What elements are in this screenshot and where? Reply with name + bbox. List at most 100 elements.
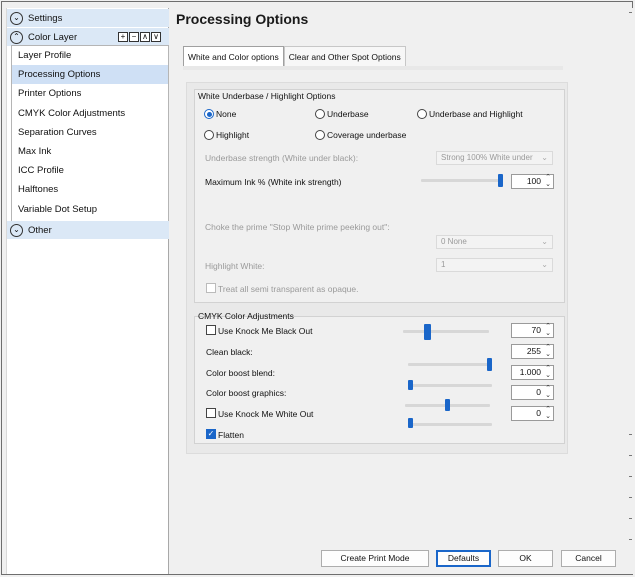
clean-black-spinbox[interactable]: 255 ⌃ ⌄ xyxy=(511,344,554,359)
color-boost-blend-slider-thumb[interactable] xyxy=(408,380,413,390)
spin-arrows-icon[interactable]: ⌃ ⌄ xyxy=(545,385,551,399)
spin-arrows-icon[interactable]: ⌃ ⌄ xyxy=(545,406,551,420)
other-section-label: Other xyxy=(28,224,52,236)
max-ink-slider-thumb[interactable] xyxy=(498,174,503,187)
color-boost-blend-spinbox[interactable]: 1.000 ⌃ ⌄ xyxy=(511,365,554,380)
other-section-header[interactable]: ⌄ Other xyxy=(7,221,169,239)
max-ink-slider-track[interactable] xyxy=(421,179,503,182)
max-ink-label: Maximum Ink % (White ink strength) xyxy=(205,177,342,187)
sidebar: ⌄ Settings ⌃ Color Layer + − ∧ ∨ Layer P… xyxy=(6,8,169,574)
choke-label: Choke the prime "Stop White prime peekin… xyxy=(205,222,390,232)
window-scrollbar[interactable] xyxy=(625,8,633,574)
sidebar-item-layer-profile[interactable]: Layer Profile xyxy=(12,46,168,65)
color-layer-section-label: Color Layer xyxy=(28,31,78,43)
radio-underbase-label: Underbase xyxy=(327,109,369,119)
add-layer-icon[interactable]: + xyxy=(118,32,128,42)
spin-arrows-icon[interactable]: ⌃ ⌄ xyxy=(545,344,551,358)
spin-arrows-icon[interactable]: ⌃ ⌄ xyxy=(545,174,551,188)
scroll-tick xyxy=(629,455,632,456)
chevron-down-icon[interactable]: ⌄ xyxy=(10,223,23,237)
underbase-strength-value: Strong 100% White under xyxy=(441,153,533,162)
chevron-up-icon[interactable]: ⌃ xyxy=(10,30,23,44)
tab-clear-and-other-spot-options[interactable]: Clear and Other Spot Options xyxy=(283,46,406,66)
tab-bar: White and Color options Clear and Other … xyxy=(183,46,406,66)
radio-underbase[interactable] xyxy=(315,109,325,119)
radio-highlight-label: Highlight xyxy=(216,130,250,140)
scroll-tick xyxy=(629,434,632,435)
radio-highlight[interactable] xyxy=(204,130,214,140)
color-boost-blend-slider-track[interactable] xyxy=(408,384,492,387)
spin-arrows-icon[interactable]: ⌃ ⌄ xyxy=(545,323,551,337)
color-boost-graphics-slider-thumb[interactable] xyxy=(445,399,450,411)
settings-section-header[interactable]: ⌄ Settings xyxy=(7,9,169,27)
sidebar-item-max-ink[interactable]: Max Ink xyxy=(12,142,168,161)
knock-white-label: Use Knock Me White Out xyxy=(218,409,314,419)
white-underbase-group-title: White Underbase / Highlight Options xyxy=(198,91,336,101)
move-up-icon[interactable]: ∧ xyxy=(140,32,150,42)
highlight-white-select[interactable]: 1 ⌄ xyxy=(436,258,553,272)
knock-black-slider-thumb[interactable] xyxy=(424,324,432,340)
radio-none-label: None xyxy=(216,109,237,119)
radio-underbase-and-highlight-label: Underbase and Highlight xyxy=(429,109,523,119)
settings-section-label: Settings xyxy=(28,12,63,24)
flatten-checkbox[interactable]: ✓ xyxy=(206,429,216,439)
underbase-strength-label: Underbase strength (White under black): xyxy=(205,153,359,163)
knock-white-slider-thumb[interactable] xyxy=(408,418,413,428)
knock-white-slider-track[interactable] xyxy=(408,423,492,426)
tab-white-and-color-options[interactable]: White and Color options xyxy=(183,46,284,66)
chevron-down-icon[interactable]: ⌄ xyxy=(10,11,23,25)
color-layer-section-header[interactable]: ⌃ Color Layer + − ∧ ∨ xyxy=(7,28,169,46)
chevron-down-icon: ⌄ xyxy=(541,153,548,162)
radio-coverage-underbase-label: Coverage underbase xyxy=(327,130,407,140)
defaults-button[interactable]: Defaults xyxy=(436,550,491,567)
create-print-mode-button[interactable]: Create Print Mode xyxy=(321,550,429,567)
color-boost-blend-value: 1.000 xyxy=(519,367,541,377)
spin-arrows-icon[interactable]: ⌃ ⌄ xyxy=(545,365,551,379)
knock-black-value: 70 xyxy=(531,325,541,335)
color-boost-graphics-spinbox[interactable]: 0 ⌃ ⌄ xyxy=(511,385,554,400)
sidebar-item-cmyk-color-adjustments[interactable]: CMYK Color Adjustments xyxy=(12,104,168,123)
treat-opaque-checkbox[interactable] xyxy=(206,283,216,293)
choke-select[interactable]: 0 None ⌄ xyxy=(436,235,553,249)
sidebar-item-printer-options[interactable]: Printer Options xyxy=(12,84,168,103)
knock-white-spinbox[interactable]: 0 ⌃ ⌄ xyxy=(511,406,554,421)
clean-black-slider-thumb[interactable] xyxy=(487,358,492,371)
color-boost-graphics-label: Color boost graphics: xyxy=(206,388,287,398)
tab-divider xyxy=(183,66,563,70)
scroll-tick xyxy=(629,518,632,519)
color-layer-list: Layer Profile Processing Options Printer… xyxy=(11,45,169,225)
radio-none[interactable] xyxy=(204,109,214,119)
page-title: Processing Options xyxy=(176,11,309,27)
knock-black-slider-track[interactable] xyxy=(403,330,489,333)
knock-white-value: 0 xyxy=(536,408,541,418)
knock-black-spinbox[interactable]: 70 ⌃ ⌄ xyxy=(511,323,554,338)
underbase-strength-select[interactable]: Strong 100% White under ⌄ xyxy=(436,151,553,165)
sidebar-item-processing-options[interactable]: Processing Options xyxy=(12,65,168,85)
knock-black-label: Use Knock Me Black Out xyxy=(218,326,313,336)
scroll-tick xyxy=(629,497,632,498)
sidebar-item-separation-curves[interactable]: Separation Curves xyxy=(12,123,168,142)
clean-black-slider-track[interactable] xyxy=(408,363,492,366)
max-ink-spinbox[interactable]: 100 ⌃ ⌄ xyxy=(511,174,554,189)
chevron-down-icon: ⌄ xyxy=(541,260,548,269)
sidebar-item-halftones[interactable]: Halftones xyxy=(12,180,168,199)
radio-underbase-and-highlight[interactable] xyxy=(417,109,427,119)
clean-black-label: Clean black: xyxy=(206,347,253,357)
knock-black-checkbox[interactable] xyxy=(206,325,216,335)
color-boost-graphics-value: 0 xyxy=(536,387,541,397)
remove-layer-icon[interactable]: − xyxy=(129,32,139,42)
scroll-tick xyxy=(629,539,632,540)
max-ink-value: 100 xyxy=(526,176,541,186)
highlight-white-value: 1 xyxy=(441,260,446,269)
radio-coverage-underbase[interactable] xyxy=(315,130,325,140)
move-down-icon[interactable]: ∨ xyxy=(151,32,161,42)
sidebar-item-icc-profile[interactable]: ICC Profile xyxy=(12,161,168,180)
knock-white-checkbox[interactable] xyxy=(206,408,216,418)
highlight-white-label: Highlight White: xyxy=(205,261,265,271)
treat-opaque-label: Treat all semi transparent as opaque. xyxy=(218,284,359,294)
sidebar-item-variable-dot-setup[interactable]: Variable Dot Setup xyxy=(12,200,168,219)
ok-button[interactable]: OK xyxy=(498,550,553,567)
choke-value: 0 None xyxy=(441,237,467,246)
cancel-button[interactable]: Cancel xyxy=(561,550,616,567)
color-boost-blend-label: Color boost blend: xyxy=(206,368,275,378)
